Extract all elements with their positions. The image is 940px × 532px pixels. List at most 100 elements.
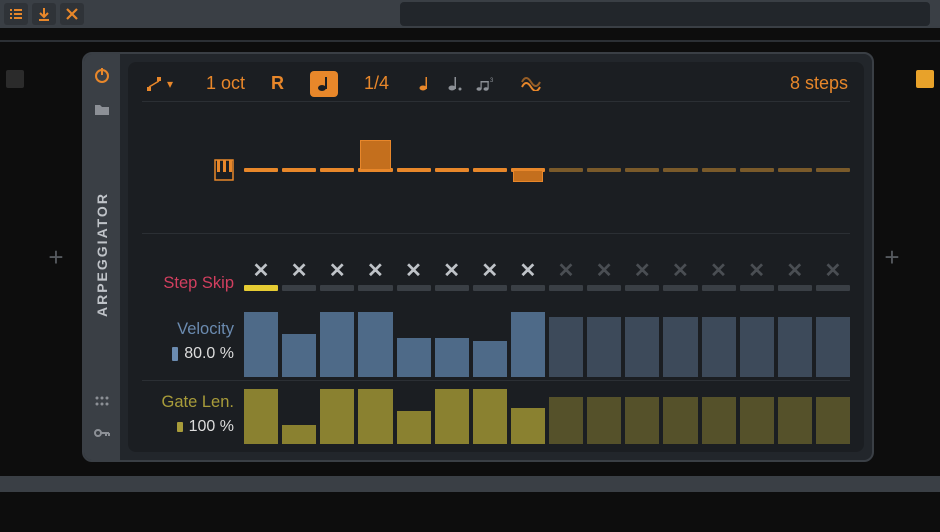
gate-step[interactable] bbox=[397, 384, 431, 444]
note-dotted-icon[interactable] bbox=[445, 74, 465, 94]
octaves-selector[interactable]: 1 oct bbox=[206, 73, 245, 94]
pitch-step[interactable] bbox=[549, 110, 583, 230]
step-skip-toggle[interactable]: ✕ bbox=[481, 261, 498, 281]
pitch-step[interactable] bbox=[625, 110, 659, 230]
step-skip-step[interactable]: ✕ bbox=[702, 261, 736, 305]
step-skip-toggle[interactable]: ✕ bbox=[520, 261, 537, 281]
gate-step[interactable] bbox=[702, 384, 736, 444]
step-skip-step[interactable]: ✕ bbox=[663, 261, 697, 305]
step-skip-step[interactable]: ✕ bbox=[435, 261, 469, 305]
gate-step[interactable] bbox=[435, 384, 469, 444]
velocity-step[interactable] bbox=[663, 305, 697, 377]
velocity-step[interactable] bbox=[358, 305, 392, 377]
step-skip-toggle[interactable]: ✕ bbox=[558, 261, 575, 281]
note-straight-icon[interactable] bbox=[415, 74, 435, 94]
power-icon[interactable] bbox=[91, 64, 113, 86]
velocity-value[interactable]: 80.0 % bbox=[184, 345, 234, 363]
wave-icon[interactable] bbox=[521, 74, 541, 94]
velocity-step[interactable] bbox=[282, 305, 316, 377]
step-skip-toggle[interactable]: ✕ bbox=[672, 261, 689, 281]
velocity-step[interactable] bbox=[397, 305, 431, 377]
step-skip-toggle[interactable]: ✕ bbox=[786, 261, 803, 281]
add-device-before[interactable]: + bbox=[30, 52, 82, 462]
device-chip-prev[interactable] bbox=[6, 70, 24, 88]
list-view-icon[interactable] bbox=[4, 3, 28, 25]
search-field[interactable] bbox=[400, 2, 930, 26]
gate-step[interactable] bbox=[511, 384, 545, 444]
key-icon[interactable] bbox=[91, 422, 113, 444]
velocity-step[interactable] bbox=[740, 305, 774, 377]
pitch-step[interactable] bbox=[587, 110, 621, 230]
velocity-step[interactable] bbox=[473, 305, 507, 377]
step-skip-step[interactable]: ✕ bbox=[282, 261, 316, 305]
step-skip-step[interactable]: ✕ bbox=[511, 261, 545, 305]
step-skip-toggle[interactable]: ✕ bbox=[367, 261, 384, 281]
device-chip-next[interactable] bbox=[916, 70, 934, 88]
gate-step[interactable] bbox=[816, 384, 850, 444]
step-skip-step[interactable]: ✕ bbox=[473, 261, 507, 305]
pitch-step[interactable] bbox=[358, 110, 392, 230]
pitch-step[interactable] bbox=[435, 110, 469, 230]
gate-step[interactable] bbox=[549, 384, 583, 444]
pitch-step[interactable] bbox=[816, 110, 850, 230]
step-skip-toggle[interactable]: ✕ bbox=[291, 261, 308, 281]
note-mode-button[interactable] bbox=[310, 71, 338, 97]
step-skip-toggle[interactable]: ✕ bbox=[443, 261, 460, 281]
pitch-step[interactable] bbox=[473, 110, 507, 230]
pitch-step[interactable] bbox=[740, 110, 774, 230]
step-skip-toggle[interactable]: ✕ bbox=[405, 261, 422, 281]
add-device-after[interactable]: + bbox=[874, 52, 910, 462]
gate-step[interactable] bbox=[778, 384, 812, 444]
velocity-step[interactable] bbox=[587, 305, 621, 377]
step-skip-step[interactable]: ✕ bbox=[397, 261, 431, 305]
step-skip-toggle[interactable]: ✕ bbox=[329, 261, 346, 281]
gate-step[interactable] bbox=[282, 384, 316, 444]
step-skip-step[interactable]: ✕ bbox=[587, 261, 621, 305]
gate-value[interactable]: 100 % bbox=[189, 418, 234, 436]
download-icon[interactable] bbox=[32, 3, 56, 25]
step-skip-step[interactable]: ✕ bbox=[740, 261, 774, 305]
step-skip-step[interactable]: ✕ bbox=[358, 261, 392, 305]
velocity-step[interactable] bbox=[778, 305, 812, 377]
step-skip-step[interactable]: ✕ bbox=[778, 261, 812, 305]
step-skip-step[interactable]: ✕ bbox=[549, 261, 583, 305]
gate-step[interactable] bbox=[358, 384, 392, 444]
rate-selector[interactable]: 1/4 bbox=[364, 73, 389, 94]
step-skip-step[interactable]: ✕ bbox=[244, 261, 278, 305]
step-skip-toggle[interactable]: ✕ bbox=[710, 261, 727, 281]
velocity-step[interactable] bbox=[244, 305, 278, 377]
velocity-step[interactable] bbox=[625, 305, 659, 377]
velocity-step[interactable] bbox=[549, 305, 583, 377]
velocity-steps[interactable] bbox=[244, 305, 850, 377]
pitch-step[interactable] bbox=[702, 110, 736, 230]
mode-selector[interactable]: R bbox=[271, 73, 284, 94]
step-skip-toggle[interactable]: ✕ bbox=[825, 261, 842, 281]
steps-selector[interactable]: 8 steps bbox=[790, 73, 848, 94]
velocity-step[interactable] bbox=[702, 305, 736, 377]
pitch-steps[interactable] bbox=[244, 110, 850, 230]
pitch-step[interactable] bbox=[511, 110, 545, 230]
step-skip-step[interactable]: ✕ bbox=[320, 261, 354, 305]
drag-handle-icon[interactable] bbox=[91, 390, 113, 412]
pitch-step[interactable] bbox=[320, 110, 354, 230]
velocity-step[interactable] bbox=[435, 305, 469, 377]
gate-step[interactable] bbox=[244, 384, 278, 444]
gate-step[interactable] bbox=[473, 384, 507, 444]
step-skip-step[interactable]: ✕ bbox=[816, 261, 850, 305]
velocity-step[interactable] bbox=[511, 305, 545, 377]
close-icon[interactable] bbox=[60, 3, 84, 25]
gate-step[interactable] bbox=[320, 384, 354, 444]
step-skip-toggle[interactable]: ✕ bbox=[596, 261, 613, 281]
step-skip-toggle[interactable]: ✕ bbox=[748, 261, 765, 281]
note-triplet-icon[interactable]: 3 bbox=[475, 74, 495, 94]
velocity-step[interactable] bbox=[816, 305, 850, 377]
pitch-step[interactable] bbox=[282, 110, 316, 230]
step-skip-step[interactable]: ✕ bbox=[625, 261, 659, 305]
pitch-step[interactable] bbox=[244, 110, 278, 230]
folder-icon[interactable] bbox=[91, 98, 113, 120]
gate-steps[interactable] bbox=[244, 384, 850, 444]
pitch-step[interactable] bbox=[663, 110, 697, 230]
gate-step[interactable] bbox=[663, 384, 697, 444]
step-skip-toggle[interactable]: ✕ bbox=[634, 261, 651, 281]
gate-step[interactable] bbox=[625, 384, 659, 444]
